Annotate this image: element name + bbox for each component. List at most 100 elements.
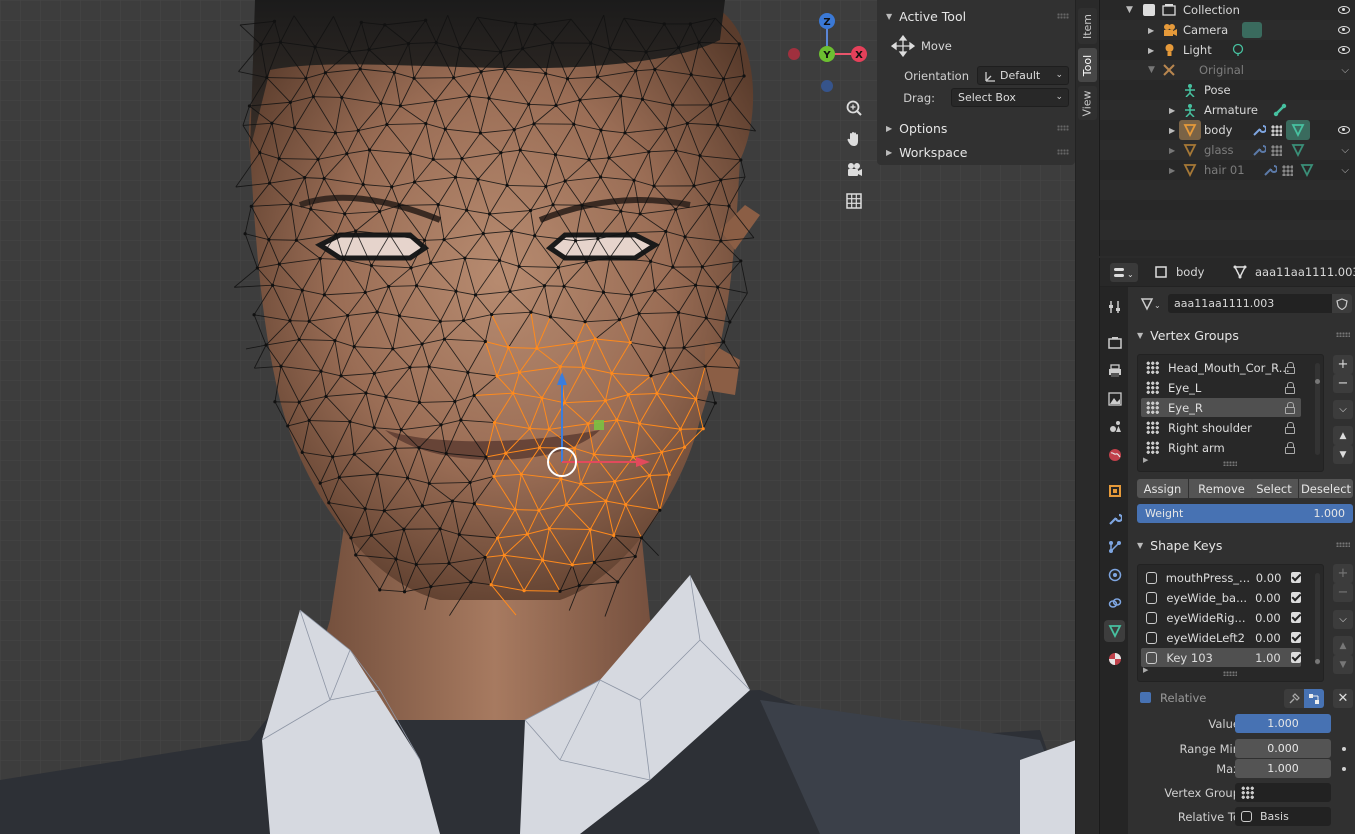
chevron-down-icon[interactable]: ⌵ — [1341, 65, 1349, 76]
tab-object[interactable] — [1104, 480, 1125, 502]
lock-icon[interactable] — [1285, 422, 1295, 434]
outliner-row-body[interactable]: ▶ body — [1100, 120, 1355, 140]
camera-view-button[interactable] — [841, 157, 867, 183]
outliner-row-hair[interactable]: ▶ hair 01 ⌵ — [1100, 160, 1355, 180]
3d-viewport[interactable]: Z Y X ▼ Active Tool Move Orientation Def — [0, 0, 1098, 834]
list-resize-grip-icon[interactable] — [1223, 671, 1237, 676]
shape-key-value[interactable]: 1.00 — [1247, 651, 1281, 665]
shape-key-mute-checkbox[interactable] — [1290, 592, 1301, 603]
move-down-button[interactable]: ▼ — [1333, 445, 1353, 464]
mesh-browse-button[interactable]: ⌄ — [1140, 294, 1168, 313]
list-resize-grip-icon[interactable] — [1223, 461, 1237, 466]
tab-view[interactable]: View — [1078, 86, 1097, 120]
chevron-down-icon[interactable]: ⌵ — [1341, 145, 1349, 156]
drag-grip-icon[interactable] — [1336, 542, 1350, 547]
relative-to-field[interactable]: Basis — [1235, 807, 1331, 826]
weight-slider[interactable]: Weight 1.000 — [1137, 504, 1353, 523]
shape-key-value[interactable]: 0.00 — [1247, 631, 1281, 645]
shape-key-specials-button[interactable]: ⌵ — [1333, 610, 1353, 629]
vertex-groups-list[interactable]: Head_Mouth_Cor_R... Eye_L Eye_R Right sh… — [1137, 354, 1324, 472]
orientation-dropdown[interactable]: Default ⌄ — [977, 66, 1069, 85]
tab-modifiers[interactable] — [1104, 508, 1125, 530]
filter-triangle-icon[interactable]: ▶ — [1143, 666, 1148, 674]
vertex-groups-icon[interactable] — [1282, 165, 1293, 176]
outliner-row-pose[interactable]: Pose — [1100, 80, 1355, 100]
tab-tool[interactable]: Tool — [1078, 48, 1097, 82]
bone-icon[interactable] — [1273, 103, 1287, 117]
list-item[interactable]: Key 103 1.00 — [1141, 648, 1302, 667]
list-item[interactable]: Eye_R — [1141, 398, 1301, 417]
tab-item[interactable]: Item — [1078, 8, 1097, 44]
tab-mesh-data[interactable] — [1104, 620, 1125, 642]
editor-type-button[interactable]: ⌄ — [1110, 263, 1138, 282]
tab-particles[interactable] — [1104, 536, 1125, 558]
edit-mode-button[interactable] — [1304, 689, 1324, 708]
shape-key-value[interactable]: 0.00 — [1247, 611, 1281, 625]
camera-data-icon[interactable] — [1242, 22, 1262, 38]
lock-icon[interactable] — [1285, 382, 1295, 394]
vertex-groups-icon[interactable] — [1271, 145, 1282, 156]
list-item[interactable]: mouthPress_... 0.00 — [1141, 568, 1301, 587]
remove-button[interactable]: Remove — [1189, 479, 1254, 498]
shape-key-mute-checkbox[interactable] — [1291, 572, 1301, 583]
eye-icon[interactable] — [1338, 46, 1350, 54]
add-shape-key-button[interactable]: + — [1333, 564, 1353, 583]
list-item[interactable]: eyeWide_ba... 0.00 — [1141, 588, 1301, 607]
deselect-button[interactable]: Deselect — [1299, 479, 1353, 498]
pan-button[interactable] — [841, 126, 867, 152]
checkbox-icon[interactable] — [1143, 4, 1155, 16]
lock-icon[interactable] — [1285, 442, 1295, 454]
options-header[interactable]: ▶ Options — [877, 117, 1075, 139]
move-up-button[interactable]: ▲ — [1333, 426, 1353, 445]
range-min-field[interactable]: 0.000 — [1235, 739, 1331, 758]
outliner-row-original[interactable]: ▼ Original ⌵ — [1100, 60, 1355, 80]
outliner[interactable]: ▼ Collection ▶ Camera ▶ Light ▼ Original… — [1099, 0, 1355, 256]
add-vertex-group-button[interactable]: + — [1333, 355, 1353, 374]
list-item[interactable]: Right shoulder — [1141, 418, 1301, 437]
shape-lock-button[interactable] — [1284, 689, 1304, 708]
lock-icon[interactable] — [1285, 362, 1295, 374]
clear-shape-keys-button[interactable]: ✕ — [1333, 689, 1353, 708]
move-up-button[interactable]: ▲ — [1333, 636, 1353, 655]
mesh-data-triangle-icon[interactable] — [1300, 163, 1314, 177]
properties-editor[interactable]: ⌄ body aaa11aa1111.003 ⌄ aaa11aa1111.003… — [1099, 258, 1355, 834]
chevron-down-icon[interactable]: ⌵ — [1341, 165, 1349, 176]
tab-render[interactable] — [1104, 332, 1125, 354]
tab-world[interactable] — [1104, 444, 1125, 466]
shape-key-mute-checkbox[interactable] — [1290, 652, 1302, 663]
eye-icon[interactable] — [1338, 26, 1350, 34]
select-button[interactable]: Select — [1250, 479, 1298, 498]
shape-keys-header[interactable]: ▼ Shape Keys — [1132, 534, 1355, 556]
wrench-modifier-icon[interactable] — [1252, 143, 1266, 157]
vertex-groups-icon[interactable] — [1271, 125, 1282, 136]
keyframe-dot-icon[interactable] — [1342, 767, 1346, 771]
filter-triangle-icon[interactable]: ▶ — [1143, 456, 1148, 464]
vertex-group-specials-button[interactable]: ⌵ — [1333, 400, 1353, 419]
vertex-groups-header[interactable]: ▼ Vertex Groups — [1132, 324, 1355, 346]
outliner-row-armature[interactable]: ▶ Armature — [1100, 100, 1355, 120]
zoom-button[interactable] — [841, 95, 867, 121]
fake-user-button[interactable] — [1332, 294, 1352, 313]
drag-grip-icon[interactable] — [1057, 149, 1069, 155]
active-tool-header[interactable]: ▼ Active Tool — [877, 5, 1075, 27]
shape-keys-list[interactable]: mouthPress_... 0.00 eyeWide_ba... 0.00 eye… — [1137, 564, 1324, 682]
eye-icon[interactable] — [1338, 126, 1350, 134]
navigation-gizmo[interactable]: Z Y X — [780, 10, 870, 100]
drag-grip-icon[interactable] — [1057, 125, 1069, 131]
shape-key-value[interactable]: 0.00 — [1247, 591, 1281, 605]
shape-key-mute-checkbox[interactable] — [1290, 632, 1302, 643]
lock-icon[interactable] — [1285, 402, 1295, 414]
list-item[interactable]: Head_Mouth_Cor_R... — [1141, 358, 1301, 377]
outliner-row-light[interactable]: ▶ Light — [1100, 40, 1355, 60]
tab-physics[interactable] — [1104, 564, 1125, 586]
light-data-icon[interactable] — [1231, 43, 1245, 57]
list-scrollbar[interactable] — [1315, 363, 1320, 455]
max-field[interactable]: 1.000 — [1235, 759, 1331, 778]
tab-scene[interactable] — [1104, 416, 1125, 438]
outliner-row-glass[interactable]: ▶ glass ⌵ — [1100, 140, 1355, 160]
tab-material[interactable] — [1104, 648, 1125, 670]
drag-grip-icon[interactable] — [1057, 13, 1069, 19]
keyframe-dot-icon[interactable] — [1342, 747, 1346, 751]
shape-key-mute-checkbox[interactable] — [1290, 612, 1302, 623]
list-item[interactable]: eyeWideLeft2 0.00 — [1141, 628, 1302, 647]
